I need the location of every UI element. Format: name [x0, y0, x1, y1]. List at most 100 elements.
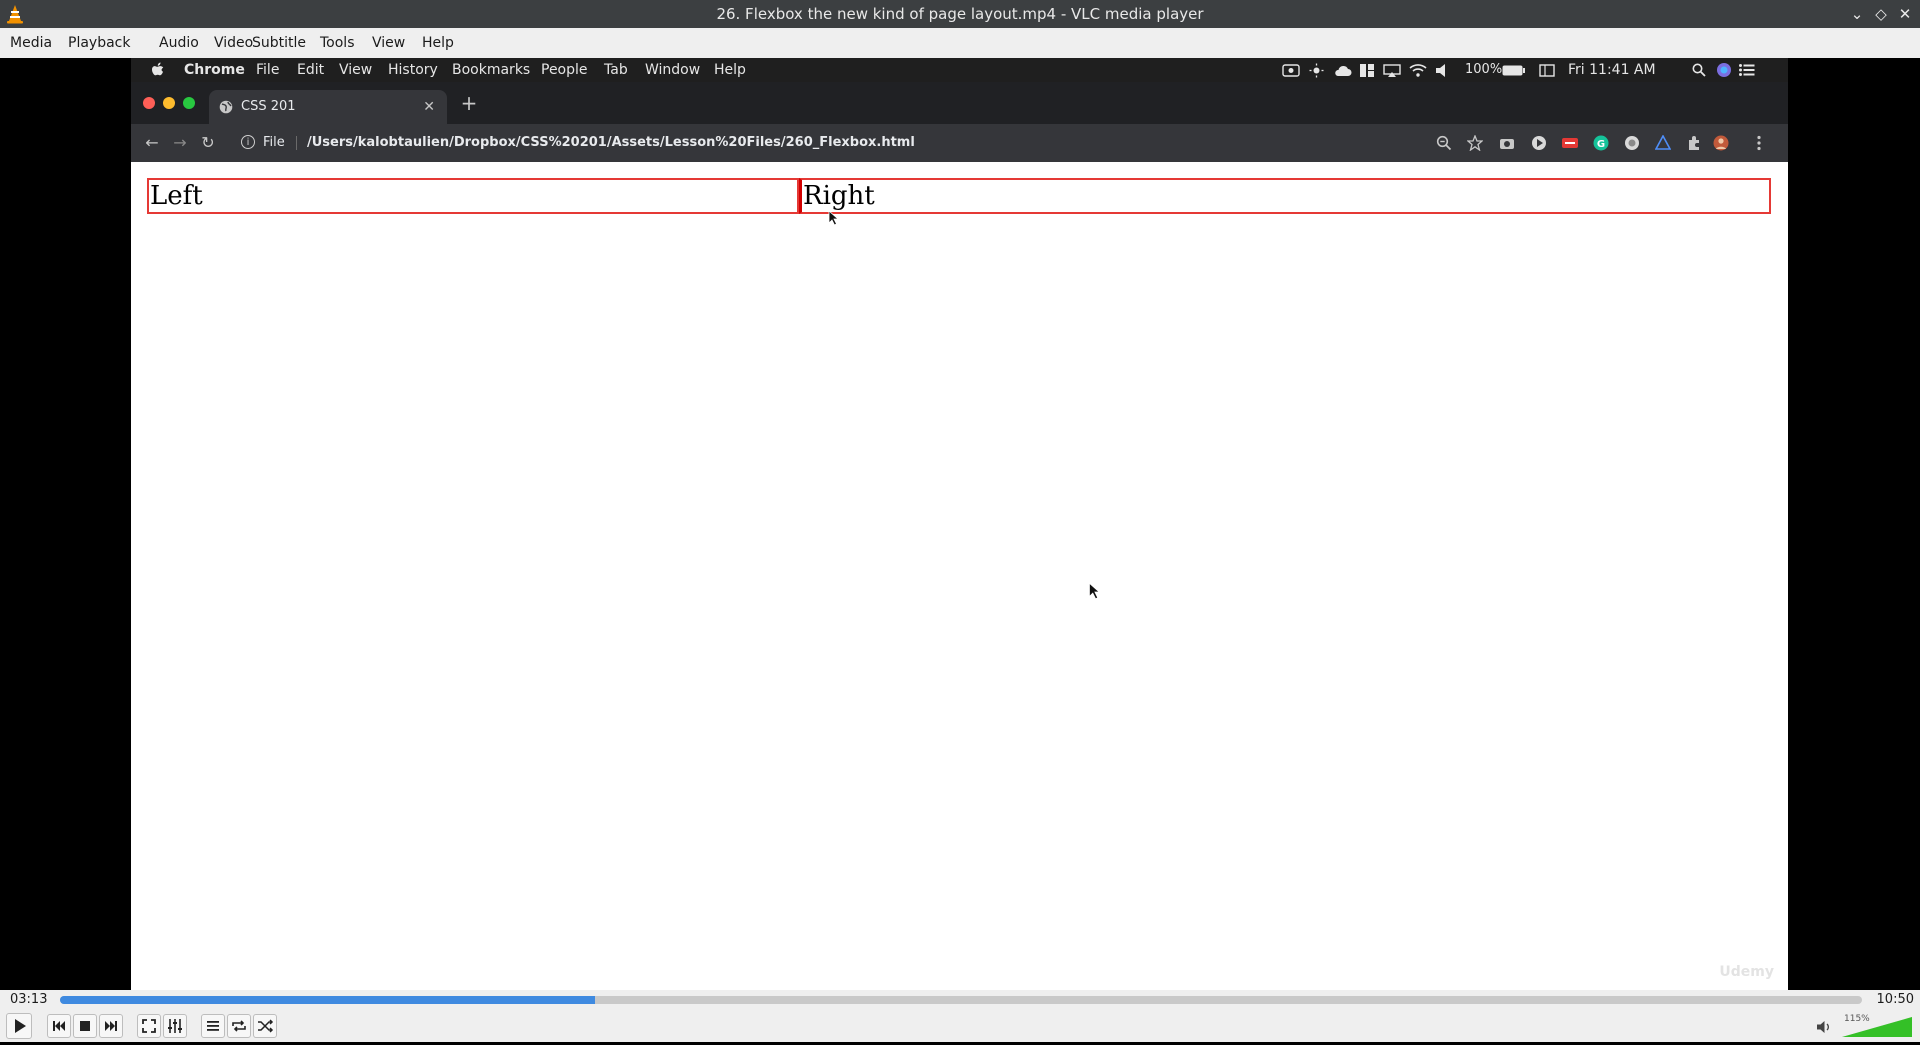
mac-menu-history: History: [388, 62, 438, 78]
mac-menu-people: People: [541, 62, 588, 78]
address-scheme-label: File: [263, 135, 285, 150]
fullscreen-icon: [142, 1019, 156, 1033]
extensions-puzzle-icon: [1689, 136, 1699, 150]
window-title: 26. Flexbox the new kind of page layout.…: [716, 5, 1204, 23]
mouse-cursor-icon: [828, 210, 840, 226]
minimize-icon[interactable]: ⌄: [1848, 5, 1866, 23]
screen-record-icon: [1282, 64, 1300, 77]
seek-progress-fill: [60, 996, 596, 1004]
siri-icon: [1717, 63, 1731, 77]
udemy-watermark: Udemy: [1719, 964, 1774, 980]
calendar-icon: [1539, 64, 1555, 77]
playlist-button[interactable]: [201, 1014, 225, 1038]
close-icon[interactable]: ✕: [1896, 5, 1914, 23]
mouse-cursor-icon: [1088, 582, 1101, 600]
battery-percentage: 100%: [1465, 62, 1503, 77]
record-extension-icon: [1625, 136, 1639, 150]
window-titlebar: 26. Flexbox the new kind of page layout.…: [0, 0, 1920, 28]
mac-menu-help: Help: [714, 62, 746, 78]
loop-button[interactable]: [227, 1014, 251, 1038]
apple-icon: [152, 62, 164, 76]
maximize-icon[interactable]: ◇: [1872, 5, 1890, 23]
video-frame: Chrome File Edit View History Bookmarks …: [131, 58, 1788, 990]
svg-text:G: G: [1597, 139, 1605, 150]
stop-button[interactable]: [73, 1014, 97, 1038]
control-buttons: 115%: [0, 1010, 1920, 1042]
address-separator: [296, 136, 297, 150]
speaker-icon: [1436, 64, 1445, 77]
traffic-close-icon: [143, 97, 155, 109]
notification-center-icon: [1739, 64, 1755, 76]
reload-icon: ↻: [201, 133, 215, 152]
skip-previous-icon: [53, 1021, 65, 1031]
previous-button[interactable]: [47, 1014, 71, 1038]
tab-close-icon: ✕: [423, 99, 435, 115]
menu-audio[interactable]: Audio: [149, 28, 209, 58]
menu-media[interactable]: Media: [0, 28, 62, 58]
mac-clock: Fri 11:41 AM: [1568, 62, 1656, 78]
chrome-toolbar: ← → ↻ i File /Users/kalobtaulien/Dropbox…: [131, 124, 1788, 163]
chrome-tab-css201: CSS 201 ✕: [209, 90, 447, 124]
elapsed-time: 03:13: [10, 992, 48, 1007]
volume-slider[interactable]: 115%: [1842, 1014, 1914, 1038]
profile-avatar-icon: [1713, 135, 1729, 151]
flex-container: Left Right: [147, 178, 1771, 214]
skip-next-icon: [105, 1021, 117, 1031]
globe-icon: [219, 100, 233, 114]
volume-percentage: 115%: [1844, 1014, 1870, 1024]
traffic-zoom-icon: [183, 97, 195, 109]
mac-menu-chrome: Chrome: [184, 62, 245, 78]
tab-title: CSS 201: [241, 99, 296, 114]
shuffle-icon: [258, 1019, 274, 1033]
menu-view[interactable]: View: [362, 28, 415, 58]
stop-icon: [80, 1021, 90, 1031]
menu-subtitle[interactable]: Subtitle: [242, 28, 316, 58]
mac-menu-bookmarks: Bookmarks: [452, 62, 531, 78]
traffic-minimize-icon: [163, 97, 175, 109]
shuffle-button[interactable]: [253, 1014, 277, 1038]
seek-slider[interactable]: [60, 996, 1862, 1004]
play-icon: [15, 1019, 26, 1033]
layout-icon: [1360, 64, 1374, 77]
equalizer-icon: [168, 1019, 182, 1033]
next-button[interactable]: [99, 1014, 123, 1038]
playlist-icon: [207, 1021, 219, 1031]
menu-tools[interactable]: Tools: [310, 28, 365, 58]
red-extension-icon: [1562, 138, 1578, 148]
mac-menu-view: View: [339, 62, 373, 78]
menu-playback[interactable]: Playback: [58, 28, 140, 58]
mac-menubar: Chrome File Edit View History Bookmarks …: [131, 58, 1788, 82]
drive-extension-icon: [1655, 135, 1671, 150]
menu-help[interactable]: Help: [412, 28, 464, 58]
volume-icon[interactable]: [1817, 1020, 1833, 1034]
address-bar: i File /Users/kalobtaulien/Dropbox/CSS%2…: [241, 127, 1531, 159]
zoom-icon: [1436, 135, 1452, 151]
mac-menu-edit: Edit: [297, 62, 325, 78]
new-tab-icon: +: [460, 91, 478, 115]
play-button[interactable]: [6, 1013, 32, 1039]
menu-bar: Media Playback Audio Video Subtitle Tool…: [0, 28, 1920, 59]
chrome-tab-strip: CSS 201 ✕ +: [131, 82, 1788, 124]
brightness-icon: [1309, 63, 1324, 78]
player-controls: 03:13 10:50 115%: [0, 990, 1920, 1042]
web-page-content: Left Right Udemy: [131, 162, 1788, 990]
bookmark-star-icon: [1467, 135, 1483, 151]
airplay-icon: [1383, 64, 1401, 77]
grammarly-icon: G: [1593, 135, 1609, 151]
info-icon: i: [241, 135, 255, 149]
flex-item-left: Left: [147, 178, 799, 214]
total-time: 10:50: [1876, 992, 1914, 1007]
seek-row: 03:13 10:50: [0, 990, 1920, 1010]
spotlight-search-icon: [1692, 63, 1706, 77]
extended-settings-button[interactable]: [163, 1014, 187, 1038]
fullscreen-button[interactable]: [137, 1014, 161, 1038]
mac-menu-tab: Tab: [604, 62, 628, 78]
cloud-icon: [1335, 65, 1352, 76]
flex-item-right: Right: [799, 178, 1771, 214]
camera-extension-icon: [1500, 139, 1514, 149]
battery-icon: [1502, 65, 1525, 76]
video-area[interactable]: Chrome File Edit View History Bookmarks …: [0, 58, 1920, 990]
extension-circle-icon: [1532, 136, 1546, 150]
address-url: /Users/kalobtaulien/Dropbox/CSS%20201/As…: [307, 135, 915, 150]
loop-icon: [232, 1020, 246, 1032]
